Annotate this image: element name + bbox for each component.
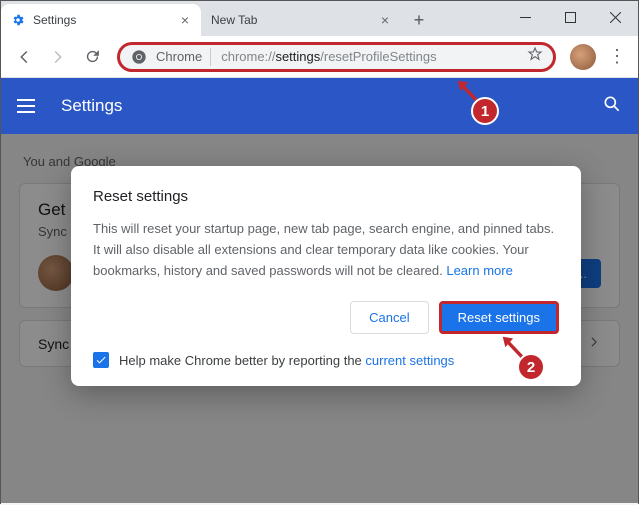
new-tab-button[interactable]: + bbox=[405, 6, 433, 34]
close-icon[interactable]: × bbox=[377, 12, 393, 28]
tab-title: New Tab bbox=[211, 13, 377, 27]
kebab-menu-icon[interactable]: ⋮ bbox=[604, 46, 630, 67]
annotation-badge-2: 2 bbox=[517, 353, 545, 381]
dialog-title: Reset settings bbox=[93, 188, 559, 205]
back-button[interactable] bbox=[9, 42, 39, 72]
settings-header: Settings bbox=[1, 78, 638, 134]
window-titlebar: Settings × New Tab × + bbox=[1, 1, 638, 36]
window-controls bbox=[503, 1, 638, 33]
dialog-actions: Cancel Reset settings bbox=[93, 301, 559, 334]
browser-toolbar: Chrome chrome://settings/resetProfileSet… bbox=[1, 36, 638, 78]
learn-more-link[interactable]: Learn more bbox=[446, 263, 512, 278]
hamburger-icon[interactable] bbox=[17, 94, 41, 118]
current-settings-link[interactable]: current settings bbox=[365, 353, 454, 368]
window-close-button[interactable] bbox=[593, 1, 638, 33]
bookmark-star-icon[interactable] bbox=[527, 46, 543, 67]
tab-title: Settings bbox=[33, 13, 177, 27]
dialog-body: This will reset your startup page, new t… bbox=[93, 219, 559, 281]
forward-button[interactable] bbox=[43, 42, 73, 72]
help-text: Help make Chrome better by reporting the… bbox=[119, 353, 454, 368]
chrome-label: Chrome bbox=[156, 49, 202, 64]
tab-settings[interactable]: Settings × bbox=[1, 4, 201, 36]
page-title: Settings bbox=[61, 96, 122, 116]
url-text: chrome://settings/resetProfileSettings bbox=[221, 49, 436, 64]
reload-button[interactable] bbox=[77, 42, 107, 72]
minimize-button[interactable] bbox=[503, 1, 548, 33]
tab-new[interactable]: New Tab × bbox=[201, 4, 401, 36]
profile-avatar[interactable] bbox=[570, 44, 596, 70]
maximize-button[interactable] bbox=[548, 1, 593, 33]
annotation-badge-1: 1 bbox=[471, 97, 499, 125]
reset-settings-button[interactable]: Reset settings bbox=[439, 301, 559, 334]
search-icon[interactable] bbox=[602, 94, 622, 119]
chrome-icon bbox=[130, 48, 148, 66]
cancel-button[interactable]: Cancel bbox=[350, 301, 428, 334]
help-checkbox[interactable] bbox=[93, 352, 109, 368]
gear-icon bbox=[11, 13, 25, 27]
close-icon[interactable]: × bbox=[177, 12, 193, 28]
address-bar[interactable]: Chrome chrome://settings/resetProfileSet… bbox=[117, 42, 556, 72]
divider bbox=[210, 48, 211, 66]
dialog-footer: Help make Chrome better by reporting the… bbox=[93, 352, 559, 368]
